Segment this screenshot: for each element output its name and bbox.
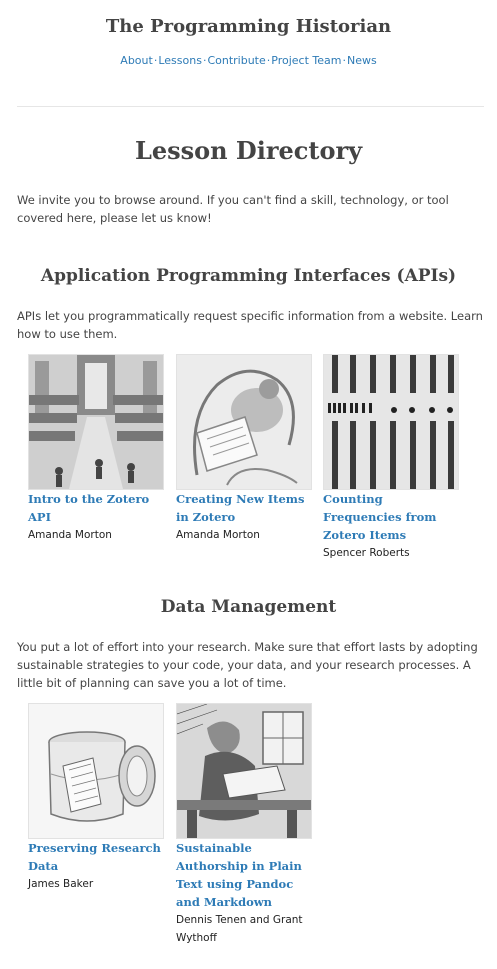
lesson-thumbnail[interactable] [176,354,312,490]
section-description-apis: APIs let you programmatically request sp… [17,309,483,341]
lesson-author: Dennis Tenen and Grant Wythoff [176,914,303,944]
lesson-card: Intro to the Zotero API Amanda Morton [28,354,164,544]
lesson-author: Amanda Morton [176,529,260,541]
nav-lessons[interactable]: Lessons [158,54,202,67]
section-title-apis: Application Programming Interfaces (APIs… [40,266,457,286]
scribe-engraving-icon [177,355,311,489]
lesson-author: Spencer Roberts [323,547,410,559]
section-description-data-management: You put a lot of effort into your resear… [17,640,478,690]
lesson-author: Amanda Morton [28,529,112,541]
nav-news[interactable]: News [347,54,377,67]
nav-separator: · [266,54,271,67]
nav-project-team[interactable]: Project Team [271,54,341,67]
main-nav: About·Lessons·Contribute·Project Team·Ne… [0,54,497,67]
nav-about[interactable]: About [120,54,153,67]
lesson-title[interactable]: Preserving Research Data [28,839,164,875]
section-title-data-management: Data Management [160,597,337,617]
header-divider [17,106,484,107]
type-sorts-icon [324,355,458,489]
site-title[interactable]: The Programming Historian [0,16,497,37]
lesson-thumbnail[interactable] [28,703,164,839]
nav-separator: · [342,54,346,67]
page-title: Lesson Directory [134,136,363,165]
scroll-box-icon [29,704,163,838]
lesson-card: Creating New Items in Zotero Amanda Mort… [176,354,312,544]
lesson-title[interactable]: Intro to the Zotero API [28,490,164,526]
library-engraving-icon [29,355,163,489]
nav-contribute[interactable]: Contribute [207,54,265,67]
lesson-card: Preserving Research Data James Baker [28,703,164,893]
lesson-thumbnail[interactable] [28,354,164,490]
lesson-thumbnail[interactable] [323,354,459,490]
nav-separator: · [153,54,158,67]
lesson-card: Sustainable Authorship in Plain Text usi… [176,703,312,947]
lesson-author: James Baker [28,878,94,890]
lesson-title[interactable]: Counting Frequencies from Zotero Items [323,490,459,544]
lesson-title[interactable]: Sustainable Authorship in Plain Text usi… [176,839,312,911]
lesson-thumbnail[interactable] [176,703,312,839]
writer-at-desk-icon [177,704,311,838]
lesson-title[interactable]: Creating New Items in Zotero [176,490,312,526]
nav-separator: · [202,54,207,67]
lesson-card: Counting Frequencies from Zotero Items S… [323,354,459,562]
page-intro: We invite you to browse around. If you c… [17,193,449,225]
